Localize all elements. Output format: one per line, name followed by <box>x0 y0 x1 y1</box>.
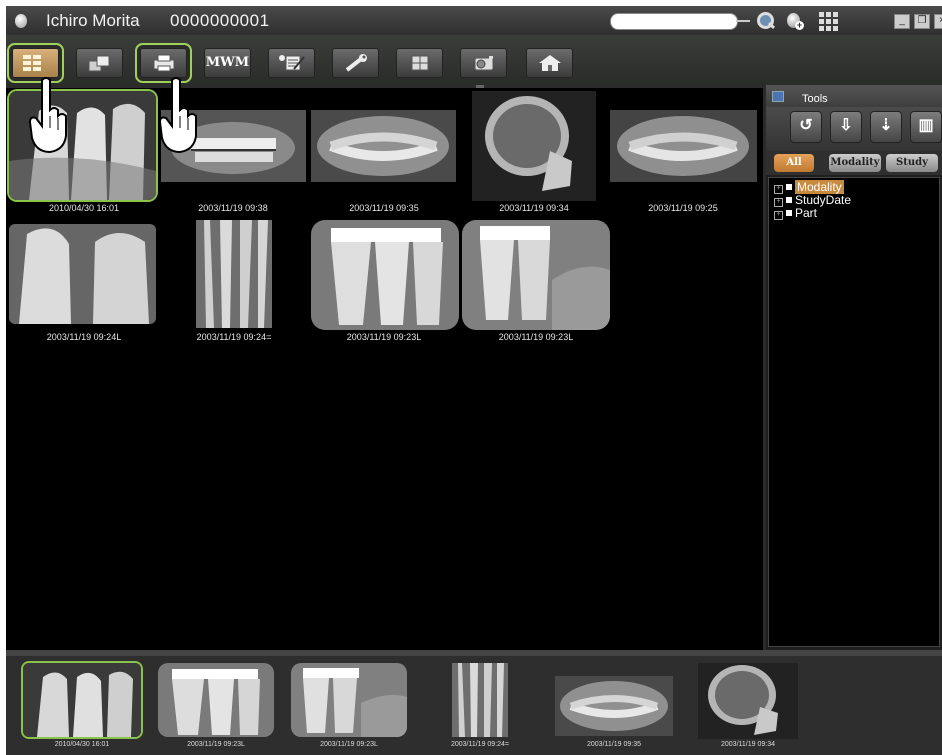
patient-icon <box>15 14 27 28</box>
filter-tree: + Modality + StudyDate + Part <box>768 177 940 647</box>
book-tool-button[interactable]: ▥ <box>910 111 942 143</box>
search-connector <box>736 20 750 22</box>
tab-all[interactable]: All <box>774 154 814 172</box>
strip-date-label: 2010/04/30 16:01 <box>54 741 110 748</box>
mwm-button[interactable]: MWM <box>204 48 251 78</box>
patient-name: Ichiro Morita <box>46 11 140 30</box>
layout-grid-icon[interactable] <box>818 11 838 31</box>
settings-button[interactable] <box>332 48 379 78</box>
minimize-button[interactable]: _ <box>894 14 910 29</box>
xray-bitewing-image <box>311 220 459 330</box>
tools-panel: Tools ↺ ⇩ ⇣ ▥ All Modality Study + Modali… <box>766 85 942 650</box>
maximize-button[interactable]: ❐ <box>914 14 930 29</box>
image-date-label: 2003/11/19 09:24= <box>196 332 272 342</box>
tools-button-row: ↺ ⇩ ⇣ ▥ <box>766 107 942 151</box>
strip-date-label: 2003/11/19 09:23L <box>320 741 378 748</box>
notepad-icon <box>279 55 305 71</box>
strip-date-label: 2003/11/19 09:34 <box>721 741 775 748</box>
image-date-label: 2003/11/19 09:38 <box>198 203 268 213</box>
pointer-hand-icon <box>28 77 67 154</box>
wrench-icon <box>345 54 367 72</box>
home-icon <box>539 55 561 71</box>
image-date-label: 2003/11/19 09:34 <box>499 203 569 213</box>
export-tool-button[interactable]: ⇩ <box>830 111 862 143</box>
camera-button[interactable] <box>460 48 507 78</box>
tab-study[interactable]: Study <box>886 154 938 172</box>
image-date-label: 2003/11/19 09:25 <box>648 203 718 213</box>
notes-button[interactable] <box>268 48 315 78</box>
strip-date-label: 2003/11/19 09:24= <box>450 741 510 748</box>
pointer-hand-icon <box>158 77 197 154</box>
tools-title: Tools <box>802 93 828 105</box>
collapse-icon[interactable] <box>772 91 784 102</box>
xray-intraoral-image <box>9 224 156 324</box>
tab-modality[interactable]: Modality <box>829 154 881 172</box>
image-date-label: 2003/11/19 09:23L <box>498 332 574 342</box>
image-date-label: 2010/04/30 16:01 <box>48 203 120 213</box>
strip-date-label: 2003/11/19 09:23L <box>187 741 245 748</box>
image-date-label: 2003/11/19 09:24L <box>46 332 122 342</box>
xray-ceph-image <box>472 91 596 201</box>
print-button[interactable] <box>140 48 187 78</box>
tree-node-part[interactable]: + Part <box>774 206 817 220</box>
search-icon[interactable] <box>755 11 776 31</box>
main-toolbar: MWM <box>6 35 942 85</box>
xray-periapical-image <box>196 220 272 328</box>
printer-icon <box>153 54 175 72</box>
xray-panoramic-image <box>311 110 456 182</box>
windows-icon <box>88 55 110 72</box>
xray-panoramic-image <box>610 110 757 182</box>
title-bar: Ichiro Morita 0000000001 + _ ❐ × <box>6 6 942 35</box>
image-viewer: 2010/04/30 16:01 2003/11/19 09:38 2003/1… <box>6 88 763 650</box>
home-button[interactable] <box>526 48 573 78</box>
list-grid-icon <box>23 55 41 71</box>
close-button[interactable]: × <box>934 14 942 29</box>
image-date-label: 2003/11/19 09:35 <box>349 203 419 213</box>
tree-node-studydate[interactable]: + StudyDate <box>774 193 851 207</box>
search-input[interactable] <box>610 13 738 30</box>
import-tool-button[interactable]: ⇣ <box>870 111 902 143</box>
book-button[interactable] <box>396 48 443 78</box>
book-icon <box>411 55 429 71</box>
filter-tabs: All Modality Study <box>766 151 942 175</box>
strip-date-label: 2003/11/19 09:35 <box>587 741 641 748</box>
window-stack-button[interactable] <box>76 48 123 78</box>
patient-id: 0000000001 <box>170 11 270 30</box>
rotate-tool-button[interactable]: ↺ <box>790 111 822 143</box>
thumbnail-strip: 2010/04/30 16:01 2003/11/19 09:23L 2003/… <box>6 650 942 755</box>
camera-icon <box>474 56 494 71</box>
strip-splitter[interactable] <box>6 650 942 656</box>
add-patient-icon[interactable]: + <box>784 11 804 31</box>
image-date-label: 2003/11/19 09:23L <box>346 332 422 342</box>
xray-bitewing-image <box>462 220 610 330</box>
app-window: Ichiro Morita 0000000001 + _ ❐ × <box>6 6 942 755</box>
tree-node-modality[interactable]: + Modality <box>774 180 844 194</box>
image-list-button[interactable] <box>12 48 59 78</box>
